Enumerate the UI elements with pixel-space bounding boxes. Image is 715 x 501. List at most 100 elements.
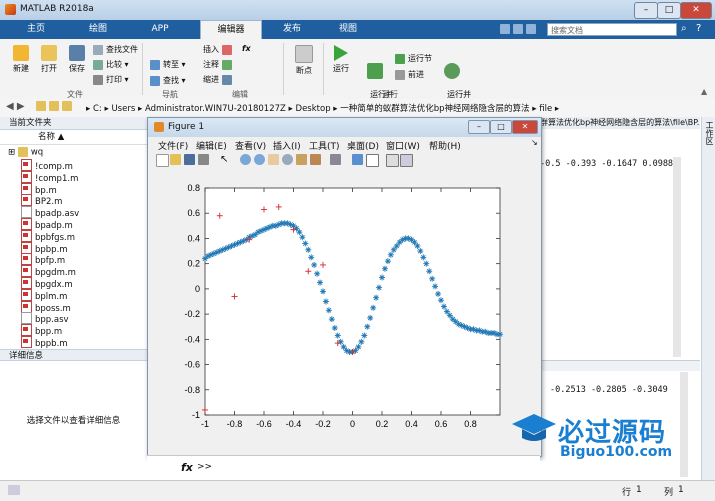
file-list-item[interactable]: bpgdx.m	[21, 277, 73, 290]
save-button[interactable]: 保存	[64, 45, 90, 74]
figure-maximize-button[interactable]: □	[490, 120, 512, 134]
name-column-header[interactable]: 名称 ▲	[0, 130, 147, 145]
compare-button[interactable]: 比较 ▾	[93, 59, 129, 70]
tab-view[interactable]: 视图	[322, 20, 374, 39]
x-tick-label: 0.2	[376, 419, 389, 429]
back-icon[interactable]: ◀ ▶	[6, 101, 25, 112]
file-list-item[interactable]: bpbfgs.m	[21, 229, 75, 243]
save-figure-icon[interactable]	[184, 154, 195, 165]
find-files-label: 查找文件	[106, 45, 138, 54]
pointer-icon[interactable]: ↖	[220, 154, 231, 165]
tab-editor[interactable]: 编辑器	[200, 20, 262, 40]
breadcrumb-admin[interactable]: Administrator.WIN7U-20180127Z	[145, 104, 286, 114]
collapse-ribbon-icon[interactable]: ▲	[701, 87, 707, 96]
file-list-item[interactable]: bposs.m	[21, 300, 71, 314]
link-plot-icon[interactable]	[330, 154, 341, 165]
search-documentation-input[interactable]: 搜索文档	[547, 23, 677, 36]
print-button[interactable]: 打印 ▾	[93, 74, 129, 85]
file-list-item[interactable]: bpadp.m	[21, 218, 73, 231]
y-tick-label: -0.8	[184, 385, 200, 395]
figure-close-button[interactable]: ✕	[512, 120, 538, 134]
data-cursor-icon[interactable]	[296, 154, 307, 165]
legend-icon[interactable]	[366, 154, 379, 167]
breadcrumb-users[interactable]: Users	[111, 104, 135, 114]
y-tick-label: 0.4	[187, 233, 200, 243]
breadcrumb-project[interactable]: 一种简单的蚁群算法优化bp神经网络隐含层的算法	[340, 104, 529, 114]
new-button[interactable]: 新建	[8, 45, 34, 74]
file-list-item[interactable]: bpp.asv	[21, 312, 69, 325]
folder-wq[interactable]: ⊞ wq	[8, 147, 43, 158]
print-figure-icon[interactable]	[198, 154, 209, 165]
save-label: 保存	[69, 64, 85, 73]
find-button[interactable]: 查找 ▾	[150, 75, 186, 86]
file-list-item[interactable]: bpgdm.m	[21, 265, 76, 278]
file-list-item[interactable]: !comp1.m	[21, 170, 78, 184]
close-button[interactable]: ✕	[680, 2, 712, 19]
indent-button[interactable]: 缩进	[203, 74, 235, 85]
indent-icon	[221, 74, 232, 85]
tab-strip: 主页 绘图 APP 编辑器 发布 视图 搜索文档 ⌕ ?	[0, 20, 715, 40]
status-bar: 行 1 列 1	[0, 480, 715, 501]
tab-plots[interactable]: 绘图	[72, 20, 124, 39]
run-section-icon	[395, 53, 405, 64]
file-list-item[interactable]: bpfp.m	[21, 253, 65, 266]
tab-home[interactable]: 主页	[10, 20, 62, 39]
axes-box	[204, 187, 501, 416]
advance-button[interactable]: 前进	[395, 69, 424, 80]
scatter-chart[interactable]: -1 -0.8 -0.6 -0.4 -0.2 0 0.2 0.4 0.6 0.8 0.8 0.6 0.4…	[148, 168, 541, 456]
quick-access-toolbar[interactable]	[500, 24, 540, 35]
help-icon[interactable]: ?	[696, 23, 701, 34]
editor-scrollbar[interactable]	[673, 157, 681, 357]
file-list-item[interactable]: bplm.m	[21, 288, 67, 302]
breakpoints-button[interactable]: 断点	[290, 45, 318, 76]
advance-label: 前进	[408, 70, 424, 79]
find-files-button[interactable]: 查找文件	[93, 44, 138, 55]
new-figure-icon[interactable]	[156, 154, 169, 167]
brush-icon[interactable]	[310, 154, 321, 165]
run-button[interactable]: 运行	[328, 45, 354, 74]
file-list-item[interactable]: bpbp.m	[21, 241, 68, 255]
file-list-item[interactable]: BP2.m	[21, 194, 62, 207]
file-list-item[interactable]: bpp.m	[21, 324, 62, 337]
command-window-header	[540, 360, 700, 371]
y-tick-label: -0.4	[184, 334, 200, 344]
comment-button[interactable]: 注释	[203, 59, 235, 70]
command-window[interactable]: fx >>	[147, 455, 540, 481]
dock-arrow-icon[interactable]: ↘	[531, 138, 538, 147]
run-section-button[interactable]: 运行节	[395, 53, 432, 64]
hide-plot-tools-icon[interactable]	[386, 154, 399, 167]
command-scrollbar[interactable]	[680, 372, 688, 477]
figure-minimize-button[interactable]: –	[468, 120, 490, 134]
breadcrumb-file[interactable]: file	[539, 104, 552, 114]
search-icon[interactable]: ⌕	[681, 23, 687, 34]
file-list-item[interactable]: !comp.m	[21, 159, 73, 172]
open-file-icon[interactable]	[170, 154, 181, 165]
fx-button[interactable]: fx	[242, 44, 251, 53]
zoom-in-icon[interactable]	[240, 154, 251, 165]
x-tick-label: 0	[350, 419, 355, 429]
breakpoints-label: 断点	[296, 66, 312, 75]
tab-apps[interactable]: APP	[134, 20, 186, 39]
file-list-item[interactable]: bpadp.asv	[21, 206, 79, 219]
pan-icon[interactable]	[268, 154, 279, 165]
goto-button[interactable]: 转至 ▾	[150, 59, 186, 70]
minimize-button[interactable]: –	[634, 2, 658, 19]
colorbar-icon[interactable]	[352, 154, 363, 165]
tab-publish[interactable]: 发布	[266, 20, 318, 39]
insert-button[interactable]: 插入	[203, 44, 235, 55]
workspace-label: 工作区	[705, 121, 714, 145]
file-list-item[interactable]: bp.m	[21, 182, 57, 196]
file-list-item[interactable]: bppb.m	[21, 336, 68, 349]
workspace-side-tab[interactable]: 工作区	[701, 117, 715, 500]
folder-nav-buttons[interactable]	[36, 101, 80, 113]
maximize-button[interactable]: □	[657, 2, 681, 19]
command-prompt: >>	[197, 462, 213, 472]
m-file-icon	[21, 253, 32, 266]
open-button[interactable]: 打开	[36, 45, 62, 74]
show-plot-tools-icon[interactable]	[400, 154, 413, 167]
fx-icon[interactable]: fx	[181, 461, 193, 474]
zoom-out-icon[interactable]	[254, 154, 265, 165]
breadcrumb-desktop[interactable]: Desktop	[296, 104, 331, 114]
breadcrumb-drive[interactable]: C:	[93, 104, 102, 114]
rotate-icon[interactable]	[282, 154, 293, 165]
